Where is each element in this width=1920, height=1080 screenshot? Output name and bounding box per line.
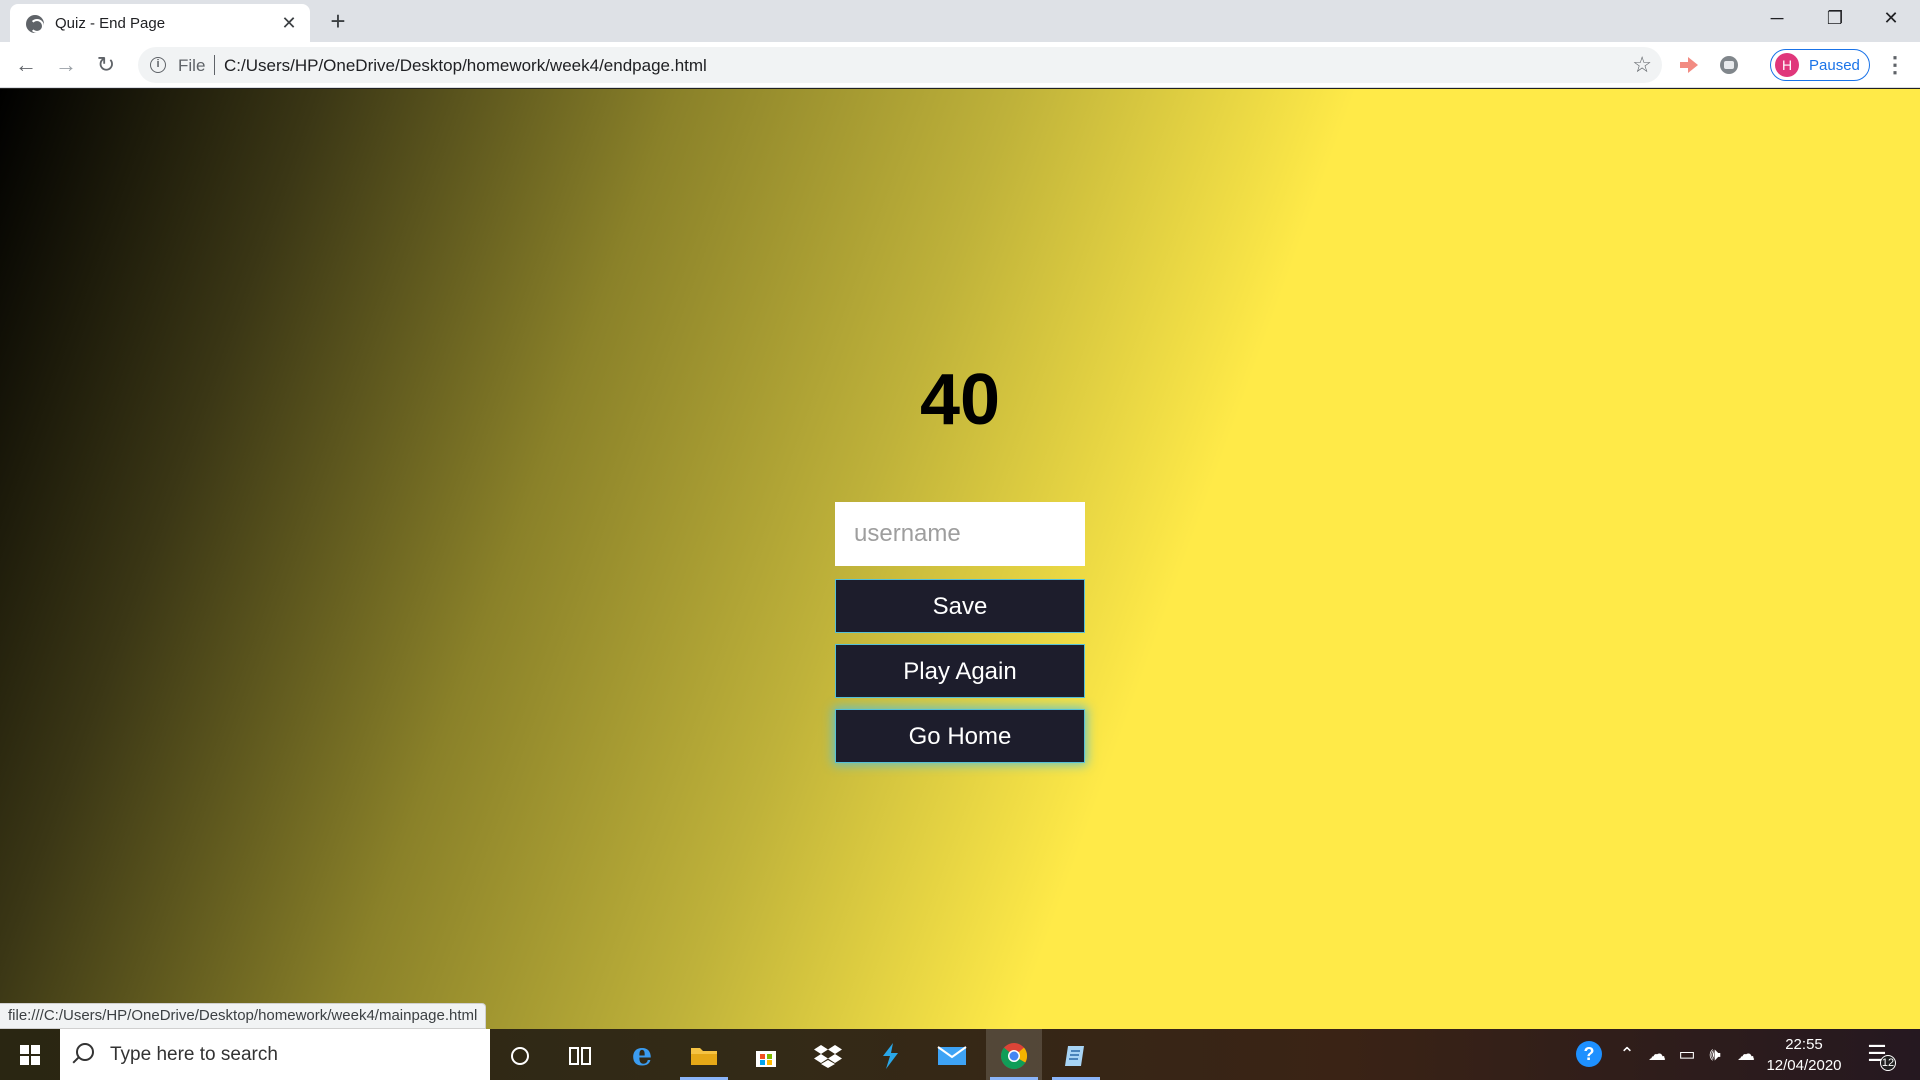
address-separator: [214, 55, 215, 75]
minimize-button[interactable]: ─: [1748, 0, 1806, 36]
info-icon[interactable]: i: [150, 57, 166, 73]
dropbox-icon[interactable]: [800, 1029, 856, 1080]
address-scheme: File: [178, 56, 206, 75]
mail-icon[interactable]: [924, 1029, 980, 1080]
start-button[interactable]: [0, 1029, 58, 1080]
chevron-up-icon[interactable]: ⌃: [1614, 1029, 1640, 1080]
profile-button[interactable]: H Paused: [1770, 49, 1870, 81]
notification-count-badge: 12: [1880, 1055, 1896, 1071]
username-input[interactable]: [835, 502, 1085, 566]
store-icon[interactable]: [738, 1029, 794, 1080]
clock-time: 22:55: [1785, 1036, 1823, 1053]
new-tab-button[interactable]: +: [324, 8, 352, 36]
clock-date: 12/04/2020: [1766, 1057, 1842, 1074]
extension-circle-icon[interactable]: [1718, 54, 1740, 76]
notepad-icon[interactable]: [1048, 1029, 1104, 1080]
browser-tab[interactable]: Quiz - End Page ✕: [10, 4, 310, 42]
link-status-bar: file:///C:/Users/HP/OneDrive/Desktop/hom…: [0, 1003, 487, 1029]
browser-toolbar: ← → ↻ i File C:/Users/HP/OneDrive/Deskto…: [0, 42, 1920, 88]
tab-close-icon[interactable]: ✕: [278, 12, 300, 34]
taskbar-search-placeholder: Type here to search: [110, 1044, 278, 1065]
address-bar[interactable]: i File C:/Users/HP/OneDrive/Desktop/home…: [138, 47, 1662, 83]
reload-button[interactable]: ↻: [92, 51, 120, 79]
system-clock[interactable]: 22:55 12/04/2020: [1764, 1034, 1844, 1076]
notification-center-icon[interactable]: ☰ 12: [1862, 1039, 1896, 1071]
search-icon: [76, 1043, 94, 1061]
volume-icon[interactable]: 🕪: [1702, 1029, 1728, 1080]
task-view-icon[interactable]: [552, 1029, 608, 1080]
taskbar-search[interactable]: Type here to search: [60, 1029, 490, 1080]
profile-status: Paused: [1809, 57, 1860, 74]
tab-title: Quiz - End Page: [55, 15, 166, 32]
globe-icon: [26, 15, 44, 33]
page-viewport: 40 Save Play Again Go Home file:///C:/Us…: [0, 89, 1920, 1029]
back-button[interactable]: ←: [12, 51, 40, 79]
play-again-button[interactable]: Play Again: [835, 644, 1085, 698]
file-explorer-icon[interactable]: [676, 1029, 732, 1080]
chrome-icon[interactable]: [986, 1029, 1042, 1080]
extension-arrow-icon[interactable]: [1678, 54, 1700, 76]
windows-logo-icon: [20, 1045, 40, 1065]
cloud-download-icon[interactable]: ☁: [1732, 1029, 1760, 1080]
help-icon[interactable]: ?: [1574, 1029, 1604, 1080]
forward-button[interactable]: →: [52, 51, 80, 79]
kebab-menu-icon[interactable]: ⋮: [1884, 51, 1906, 79]
avatar: H: [1775, 53, 1799, 77]
final-score: 40: [919, 360, 1001, 440]
tab-strip: Quiz - End Page ✕ + ─ ❐ ✕: [0, 0, 1920, 42]
save-button[interactable]: Save: [835, 579, 1085, 633]
close-window-button[interactable]: ✕: [1862, 0, 1920, 36]
go-home-button[interactable]: Go Home: [835, 709, 1085, 763]
cortana-icon[interactable]: [492, 1029, 548, 1080]
restore-button[interactable]: ❐: [1806, 0, 1864, 36]
onedrive-cloud-icon[interactable]: ☁: [1644, 1029, 1670, 1080]
address-url[interactable]: C:/Users/HP/OneDrive/Desktop/homework/we…: [224, 56, 707, 76]
bookmark-star-icon[interactable]: ☆: [1632, 52, 1652, 78]
taskbar: Type here to search e ? ⌃ ☁ ▭ 🕪 ☁ 22:55 …: [0, 1029, 1920, 1080]
battery-icon[interactable]: ▭: [1674, 1029, 1700, 1080]
visual-studio-icon[interactable]: [862, 1029, 918, 1080]
edge-icon[interactable]: e: [614, 1029, 670, 1080]
